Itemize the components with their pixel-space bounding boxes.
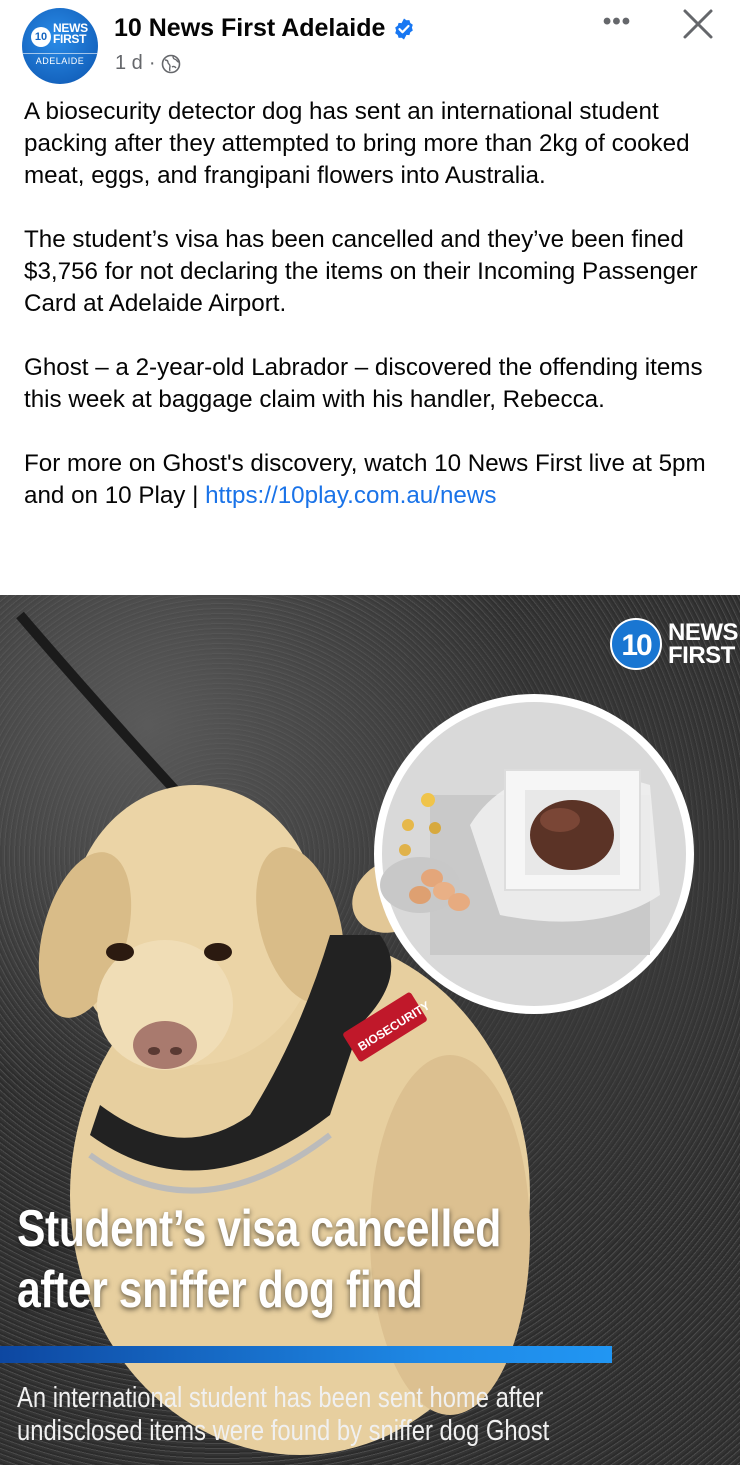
post-paragraph-4: For more on Ghost's discovery, watch 10 …	[24, 448, 724, 512]
photo-illustration: BIOSECURITY	[16, 611, 694, 1455]
post-time[interactable]: 1 d	[115, 52, 143, 75]
post-paragraph-3: Ghost – a 2-year-old Labrador – discover…	[24, 354, 703, 413]
avatar-news-first: NEWS FIRST	[53, 21, 88, 46]
globe-icon	[162, 54, 181, 73]
post-image[interactable]: BIOSECURITY 10 NEWS FIRST Student’s visa …	[0, 595, 740, 1465]
avatar-location: ADELAIDE	[22, 53, 98, 66]
meta-separator: ·	[148, 52, 156, 74]
post-link[interactable]: https://10play.com.au/news	[205, 482, 496, 509]
avatar-ten-mark: 10	[31, 27, 51, 47]
logo-text: NEWS FIRST	[668, 619, 739, 669]
page-name-label[interactable]: 10 News First Adelaide	[114, 14, 385, 43]
logo-ten: 10	[610, 618, 662, 670]
headline-line-1: Student’s visa cancelled	[17, 1200, 501, 1258]
headline-line-2: after sniffer dog find	[17, 1261, 423, 1319]
news-first-logo: 10 NEWS FIRST	[610, 618, 739, 670]
image-caption: An international student has been sent h…	[17, 1382, 624, 1448]
post-header: 10 NEWS FIRST ADELAIDE 10 News First Adel…	[0, 0, 740, 90]
page-avatar[interactable]: 10 NEWS FIRST ADELAIDE	[22, 8, 98, 84]
page-name[interactable]: 10 News First Adelaide	[114, 14, 416, 43]
post-body: A biosecurity detector dog has sent an i…	[24, 96, 724, 544]
image-headline: Student’s visa cancelled after sniffer d…	[17, 1199, 591, 1321]
headline-divider	[0, 1346, 612, 1363]
post-paragraph-2: The student’s visa has been cancelled an…	[24, 226, 698, 317]
more-options-icon[interactable]: •••	[597, 4, 637, 44]
verified-badge-icon	[395, 18, 414, 39]
caption-line-2: undisclosed items were found by sniffer …	[17, 1415, 550, 1447]
post-meta: 1 d ·	[115, 52, 181, 75]
caption-line-1: An international student has been sent h…	[17, 1382, 544, 1414]
close-icon[interactable]	[680, 6, 716, 42]
post-paragraph-1: A biosecurity detector dog has sent an i…	[24, 98, 690, 189]
